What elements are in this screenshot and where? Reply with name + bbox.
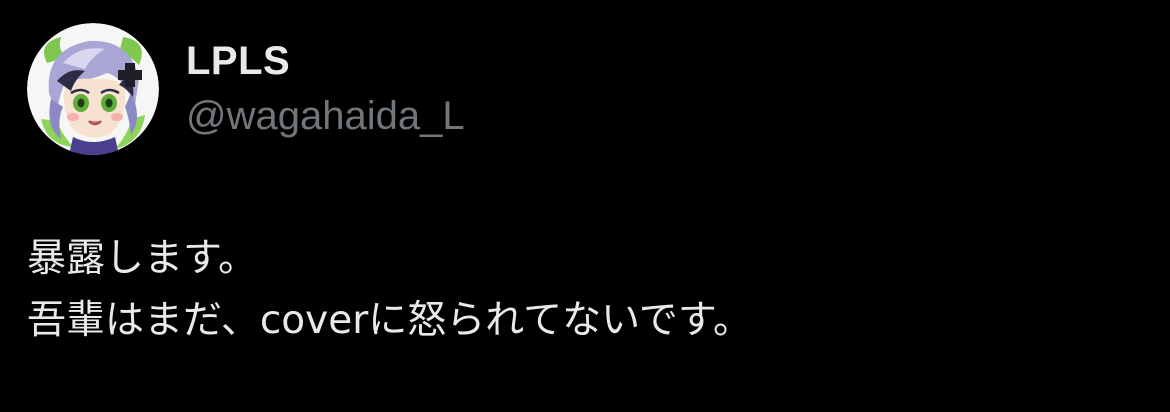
username-handle[interactable]: @wagahaida_L (186, 93, 465, 139)
avatar-icon (27, 23, 159, 155)
tweet-text-line: 暴露します。 (27, 236, 258, 281)
tweet-text: 暴露します。 吾輩はまだ、coverに怒られてないです。 (27, 228, 1137, 352)
avatar[interactable] (27, 23, 159, 155)
display-name[interactable]: LPLS (186, 38, 290, 84)
tweet-card: LPLS @wagahaida_L 暴露します。 吾輩はまだ、coverに怒られ… (0, 0, 1170, 412)
tweet-text-line: 吾輩はまだ、coverに怒られてないです。 (27, 298, 753, 343)
